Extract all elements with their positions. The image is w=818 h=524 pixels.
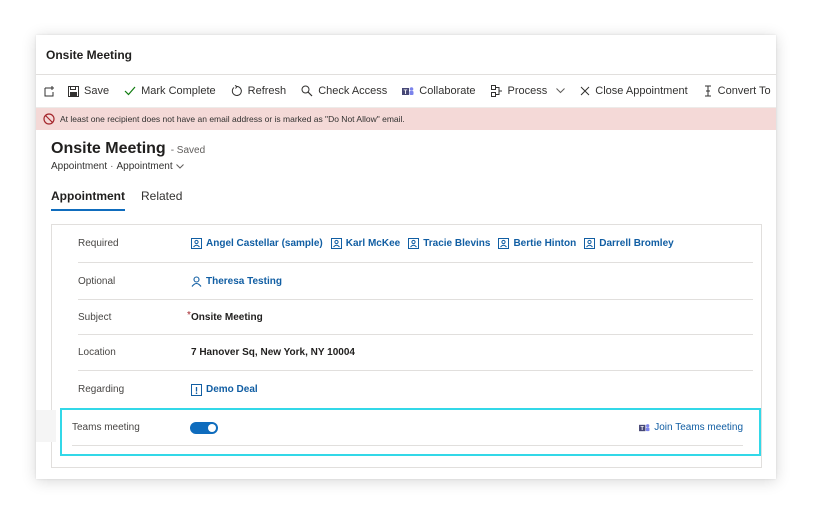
close-appointment-button[interactable]: Close Appointment — [580, 85, 688, 97]
save-status: - Saved — [170, 145, 206, 156]
attendee-link[interactable]: Bertie Hinton — [498, 238, 576, 249]
check-access-icon — [301, 85, 313, 97]
attendee-link[interactable]: Angel Castellar (sample) — [191, 238, 323, 249]
user-icon — [191, 275, 202, 287]
popout-button[interactable] — [44, 85, 56, 97]
subject-label: Subject — [78, 311, 112, 323]
teams-icon: T — [402, 86, 414, 95]
window-title: Onsite Meeting — [36, 35, 776, 75]
blocked-icon — [43, 113, 55, 125]
checkmark-icon — [124, 86, 136, 96]
entity-name: Appointment — [51, 161, 108, 172]
save-button[interactable]: Save — [68, 85, 109, 97]
collaborate-button[interactable]: T Collaborate — [402, 85, 476, 97]
record-header: Onsite Meeting - Saved Appointment · App… — [36, 130, 776, 172]
check-access-label: Check Access — [318, 85, 388, 97]
convert-to-label: Convert To — [717, 85, 771, 97]
subject-field[interactable]: Onsite Meeting — [191, 312, 263, 323]
record-title: Onsite Meeting — [51, 140, 166, 157]
deal-icon — [191, 383, 202, 396]
teams-icon: T — [639, 423, 650, 432]
join-teams-meeting-link[interactable]: T Join Teams meeting — [639, 422, 743, 433]
required-row: Required Angel Castellar (sample) Karl M… — [78, 225, 753, 263]
convert-icon — [704, 85, 711, 97]
mark-complete-label: Mark Complete — [141, 85, 216, 97]
process-button[interactable]: Process — [490, 85, 566, 97]
attendee-link[interactable]: Tracie Blevins — [408, 238, 490, 249]
tab-bar: Appointment Related — [36, 189, 776, 211]
subject-row: Subject * Onsite Meeting — [78, 300, 753, 335]
save-icon — [68, 85, 79, 97]
join-teams-meeting-label: Join Teams meeting — [654, 422, 743, 433]
svg-text:T: T — [404, 89, 408, 95]
contact-card-icon — [408, 238, 420, 249]
location-label: Location — [78, 347, 116, 358]
location-row: Location 7 Hanover Sq, New York, NY 1000… — [78, 335, 753, 371]
regarding-label: Regarding — [78, 384, 125, 395]
regarding-row: Regarding Demo Deal — [78, 371, 753, 409]
required-label: Required — [78, 238, 119, 249]
refresh-button[interactable]: Refresh — [231, 85, 287, 97]
popout-icon — [44, 86, 54, 97]
form-name: Appointment — [116, 161, 173, 172]
close-appointment-label: Close Appointment — [595, 85, 688, 97]
warning-text: At least one recipient does not have an … — [60, 114, 405, 124]
refresh-icon — [231, 85, 242, 96]
contact-card-icon — [498, 238, 510, 249]
teams-row-background — [36, 410, 56, 442]
separator-dot: · — [110, 161, 114, 172]
teams-meeting-row: Teams meeting T Join Teams meeting — [72, 410, 743, 446]
tab-related[interactable]: Related — [141, 189, 182, 211]
teams-meeting-label: Teams meeting — [72, 422, 140, 433]
regarding-link[interactable]: Demo Deal — [191, 383, 258, 396]
close-icon — [580, 86, 590, 96]
optional-attendee-link[interactable]: Theresa Testing — [191, 276, 282, 287]
required-indicator: * — [187, 310, 191, 321]
teams-meeting-toggle[interactable] — [190, 421, 218, 434]
contact-card-icon — [330, 238, 342, 249]
optional-row: Optional Theresa Testing — [78, 263, 753, 300]
chevron-down-icon — [175, 164, 184, 169]
process-icon — [490, 85, 502, 97]
warning-banner: At least one recipient does not have an … — [36, 108, 776, 130]
tab-appointment[interactable]: Appointment — [51, 189, 125, 211]
command-bar: Save Mark Complete Refresh Check Access … — [36, 75, 776, 108]
contact-card-icon — [584, 238, 596, 249]
process-label: Process — [507, 85, 548, 97]
location-field[interactable]: 7 Hanover Sq, New York, NY 10004 — [191, 347, 355, 358]
teams-meeting-highlight: Teams meeting T Join Teams meeting — [60, 408, 761, 456]
save-label: Save — [84, 85, 110, 97]
refresh-label: Refresh — [247, 85, 287, 97]
convert-to-button[interactable]: Convert To — [703, 85, 771, 97]
required-attendees: Angel Castellar (sample) Karl McKee Trac… — [191, 238, 682, 249]
attendee-link[interactable]: Darrell Bromley — [584, 238, 674, 249]
optional-label: Optional — [78, 275, 116, 287]
form-selector[interactable]: Appointment · Appointment — [51, 161, 776, 172]
attendee-link[interactable]: Karl McKee — [330, 238, 400, 249]
collaborate-label: Collaborate — [419, 85, 476, 97]
contact-card-icon — [191, 238, 202, 249]
mark-complete-button[interactable]: Mark Complete — [124, 85, 216, 97]
check-access-button[interactable]: Check Access — [301, 85, 387, 97]
chevron-down-icon — [556, 88, 566, 94]
